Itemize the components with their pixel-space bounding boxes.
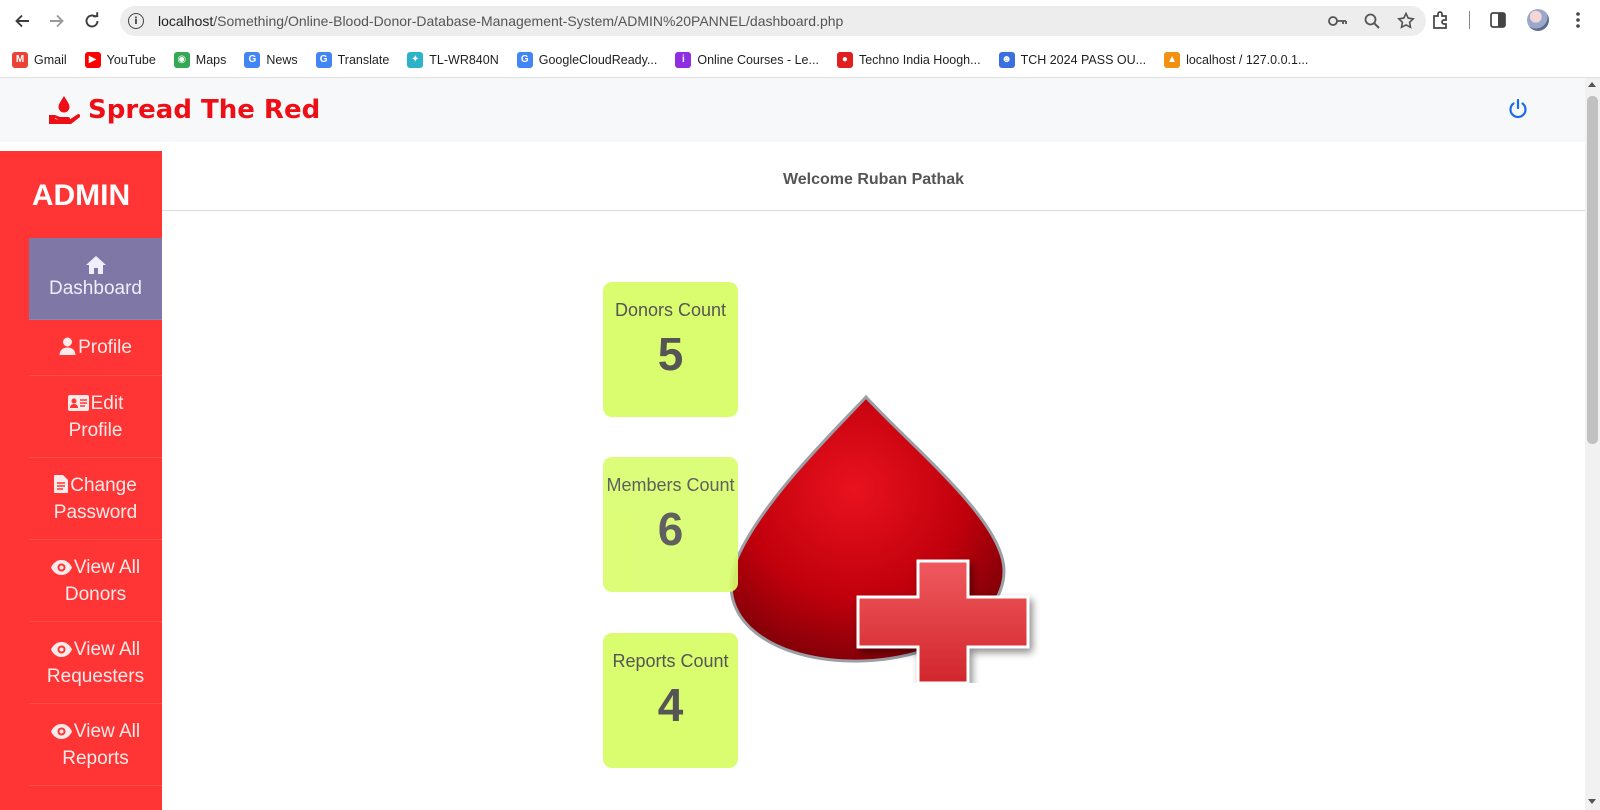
bookmark-label: YouTube <box>106 52 156 67</box>
eye-icon <box>50 641 72 657</box>
bookmark-label: TCH 2024 PASS OU... <box>1020 52 1147 67</box>
techno-icon: ● <box>836 51 853 68</box>
sidebar-item-view-donors[interactable]: View All Donors <box>29 540 162 622</box>
sidebar-title: ADMIN <box>31 179 131 212</box>
sidebar-item-label-line1: Change <box>70 474 137 496</box>
sidebar-item-label-line2: Profile <box>68 419 123 441</box>
scroll-up-arrow-icon[interactable] <box>1588 82 1596 87</box>
stat-card-donors[interactable]: Donors Count 5 <box>603 282 738 417</box>
zoom-icon[interactable] <box>1362 11 1382 31</box>
youtube-icon: ▶ <box>84 51 101 68</box>
blood-drop-illustration <box>729 394 1030 683</box>
donate-hand-icon <box>49 96 80 124</box>
power-logout-icon[interactable] <box>1507 98 1529 120</box>
page-scrollbar[interactable] <box>1585 78 1600 810</box>
back-arrow-icon[interactable] <box>10 9 34 33</box>
sidebar-item-label-line1: View All <box>73 720 141 742</box>
more-menu-icon[interactable] <box>1566 8 1590 32</box>
maps-icon: ◉ <box>173 51 190 68</box>
bookmark-item[interactable]: ▶ YouTube <box>84 51 156 68</box>
address-bar[interactable]: i localhost/Something/Online-Blood-Donor… <box>120 6 1426 36</box>
translate-icon: G <box>315 51 332 68</box>
stat-value: 6 <box>657 503 684 555</box>
bookmark-label: Techno India Hoogh... <box>858 52 981 67</box>
key-icon[interactable] <box>1328 11 1348 31</box>
bookmark-label: Gmail <box>34 52 67 67</box>
scroll-thumb[interactable] <box>1587 96 1598 444</box>
sidebar-item-label-line1: View All <box>73 638 141 660</box>
side-panel-icon[interactable] <box>1486 8 1510 32</box>
site-header: Spread The Red <box>0 78 1585 142</box>
group-icon: ☻ <box>998 51 1015 68</box>
sidebar-item-edit-profile[interactable]: Edit Profile <box>29 376 162 458</box>
stat-label: Reports Count <box>612 651 729 671</box>
gmail-icon: M <box>12 51 28 68</box>
welcome-text: Welcome Ruban Pathak <box>782 171 965 188</box>
sidebar-item-label: Profile <box>78 337 132 358</box>
brand-logo[interactable]: Spread The Red <box>48 95 320 125</box>
user-icon <box>59 337 76 355</box>
bookmark-label: Maps <box>195 52 227 67</box>
bookmark-item[interactable]: G GoogleCloudReady... <box>516 51 658 68</box>
browser-toolbar: i localhost/Something/Online-Blood-Donor… <box>0 0 1600 42</box>
sidebar-item-label-line2: Reports <box>62 747 129 769</box>
welcome-bar: Welcome Ruban Pathak <box>162 151 1585 211</box>
brand-name: Spread The Red <box>88 95 321 125</box>
sidebar-item-profile[interactable]: Profile <box>29 320 162 376</box>
tplink-icon: ✦ <box>407 51 424 68</box>
bookmark-item[interactable]: i Online Courses - Le... <box>675 51 819 68</box>
stat-value: 4 <box>657 679 684 731</box>
bookmark-label: TL-WR840N <box>429 52 499 67</box>
profile-avatar[interactable] <box>1526 8 1550 32</box>
stat-label: Members Count <box>606 475 735 495</box>
site-info-icon[interactable]: i <box>128 13 144 29</box>
toolbar-separator <box>1469 11 1470 29</box>
bookmark-label: Translate <box>337 52 390 67</box>
sidebar: ADMIN Dashboard Profile Edit Profile Cha… <box>0 151 162 810</box>
sidebar-item-dashboard[interactable]: Dashboard <box>29 238 162 320</box>
sidebar-item-label: Dashboard <box>49 278 142 299</box>
bookmark-item[interactable]: ☻ TCH 2024 PASS OU... <box>998 51 1147 68</box>
courses-icon: i <box>675 51 692 68</box>
bookmarks-bar: M Gmail ▶ YouTube ◉ Maps G News G Translate ✦ TL-WR… <box>0 42 1600 78</box>
bookmark-item[interactable]: G Translate <box>315 51 390 68</box>
stat-value: 5 <box>657 328 684 380</box>
bookmark-item[interactable]: ◉ Maps <box>173 51 227 68</box>
reload-icon[interactable] <box>80 9 104 33</box>
sidebar-item-label-line2: Password <box>53 501 138 523</box>
sidebar-item-label-line1: Edit <box>90 392 124 414</box>
sidebar-item-view-reports[interactable]: View All Reports <box>29 704 162 786</box>
sidebar-item-label-line2: Donors <box>64 583 127 605</box>
id-card-icon <box>67 394 89 411</box>
eye-icon <box>50 723 72 739</box>
page-content: Spread The Red ADMIN Dashboard Profile E… <box>0 78 1585 810</box>
eye-icon <box>50 559 72 575</box>
scroll-down-arrow-icon[interactable] <box>1588 799 1596 804</box>
bookmark-label: Online Courses - Le... <box>697 52 819 67</box>
extensions-icon[interactable] <box>1429 8 1453 32</box>
sidebar-item-label-line2: Requesters <box>46 665 145 687</box>
google-icon: G <box>516 51 533 68</box>
bookmark-item[interactable]: ✦ TL-WR840N <box>407 51 499 68</box>
bookmark-label: News <box>266 52 298 67</box>
home-icon <box>85 256 106 274</box>
sidebar-item-change-password[interactable]: Change Password <box>29 458 162 540</box>
stat-label: Donors Count <box>614 300 727 320</box>
document-icon <box>54 474 69 493</box>
bookmark-item[interactable]: ● Techno India Hoogh... <box>836 51 981 68</box>
stat-card-members[interactable]: Members Count 6 <box>603 457 738 592</box>
phpmyadmin-icon: ▲ <box>1164 51 1181 68</box>
stat-card-reports[interactable]: Reports Count 4 <box>603 633 738 768</box>
bookmark-label: localhost / 127.0.0.1... <box>1186 52 1309 67</box>
bookmark-item[interactable]: G News <box>244 51 298 68</box>
news-icon: G <box>244 51 261 68</box>
sidebar-item-label-line1: View All <box>73 556 141 578</box>
sidebar-item-view-requesters[interactable]: View All Requesters <box>29 622 162 704</box>
star-icon[interactable] <box>1396 11 1416 31</box>
bookmark-item[interactable]: M Gmail <box>12 51 67 68</box>
url-text[interactable]: localhost/Something/Online-Blood-Donor-D… <box>158 13 843 29</box>
forward-arrow-icon[interactable] <box>45 9 69 33</box>
bookmark-label: GoogleCloudReady... <box>538 52 658 67</box>
bookmark-item[interactable]: ▲ localhost / 127.0.0.1... <box>1164 51 1309 68</box>
